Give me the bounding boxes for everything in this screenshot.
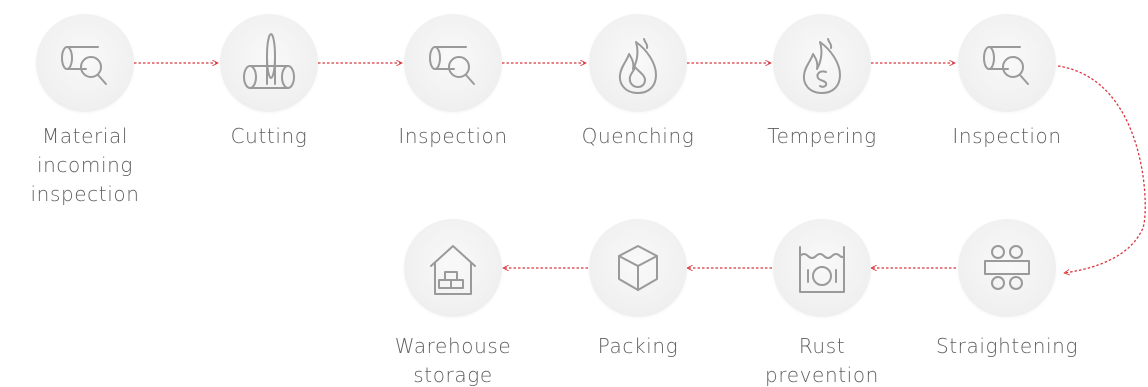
step-label: Cutting bbox=[230, 124, 308, 148]
step-label: Material incoming inspection bbox=[30, 124, 140, 206]
step-circle bbox=[404, 219, 502, 317]
step-label: Rust prevention bbox=[765, 334, 879, 387]
step-label: Tempering bbox=[767, 124, 877, 148]
step-circle bbox=[404, 14, 502, 112]
step-label: Quenching bbox=[581, 124, 695, 148]
step-circle bbox=[958, 14, 1056, 112]
straightening-rollers-icon bbox=[984, 245, 1030, 290]
pipe-magnifier-icon bbox=[429, 46, 475, 85]
flame-swirl-icon bbox=[802, 38, 841, 94]
immersion-tank-icon bbox=[799, 246, 845, 293]
step-label: Warehouse storage bbox=[394, 334, 512, 387]
step-circle bbox=[958, 219, 1056, 317]
connector-curve bbox=[1057, 65, 1146, 273]
box-icon bbox=[618, 245, 658, 291]
warehouse-icon bbox=[430, 245, 476, 295]
step-label: Inspection bbox=[952, 124, 1062, 148]
step-label: Inspection bbox=[398, 124, 508, 148]
step-circle bbox=[589, 14, 687, 112]
pipe-magnifier-icon bbox=[983, 46, 1029, 85]
step-circle bbox=[773, 14, 871, 112]
step-circle bbox=[773, 219, 871, 317]
pipe-cutting-icon bbox=[243, 33, 295, 89]
step-label: Straightening bbox=[935, 334, 1079, 358]
step-label: Packing bbox=[597, 334, 679, 358]
process-flow-diagram: Material incoming inspection Cutting Ins… bbox=[0, 0, 1148, 387]
step-circle bbox=[36, 14, 134, 112]
step-circle bbox=[589, 219, 687, 317]
step-circle bbox=[220, 14, 318, 112]
flame-icon bbox=[618, 38, 657, 94]
pipe-magnifier-icon bbox=[61, 46, 107, 85]
